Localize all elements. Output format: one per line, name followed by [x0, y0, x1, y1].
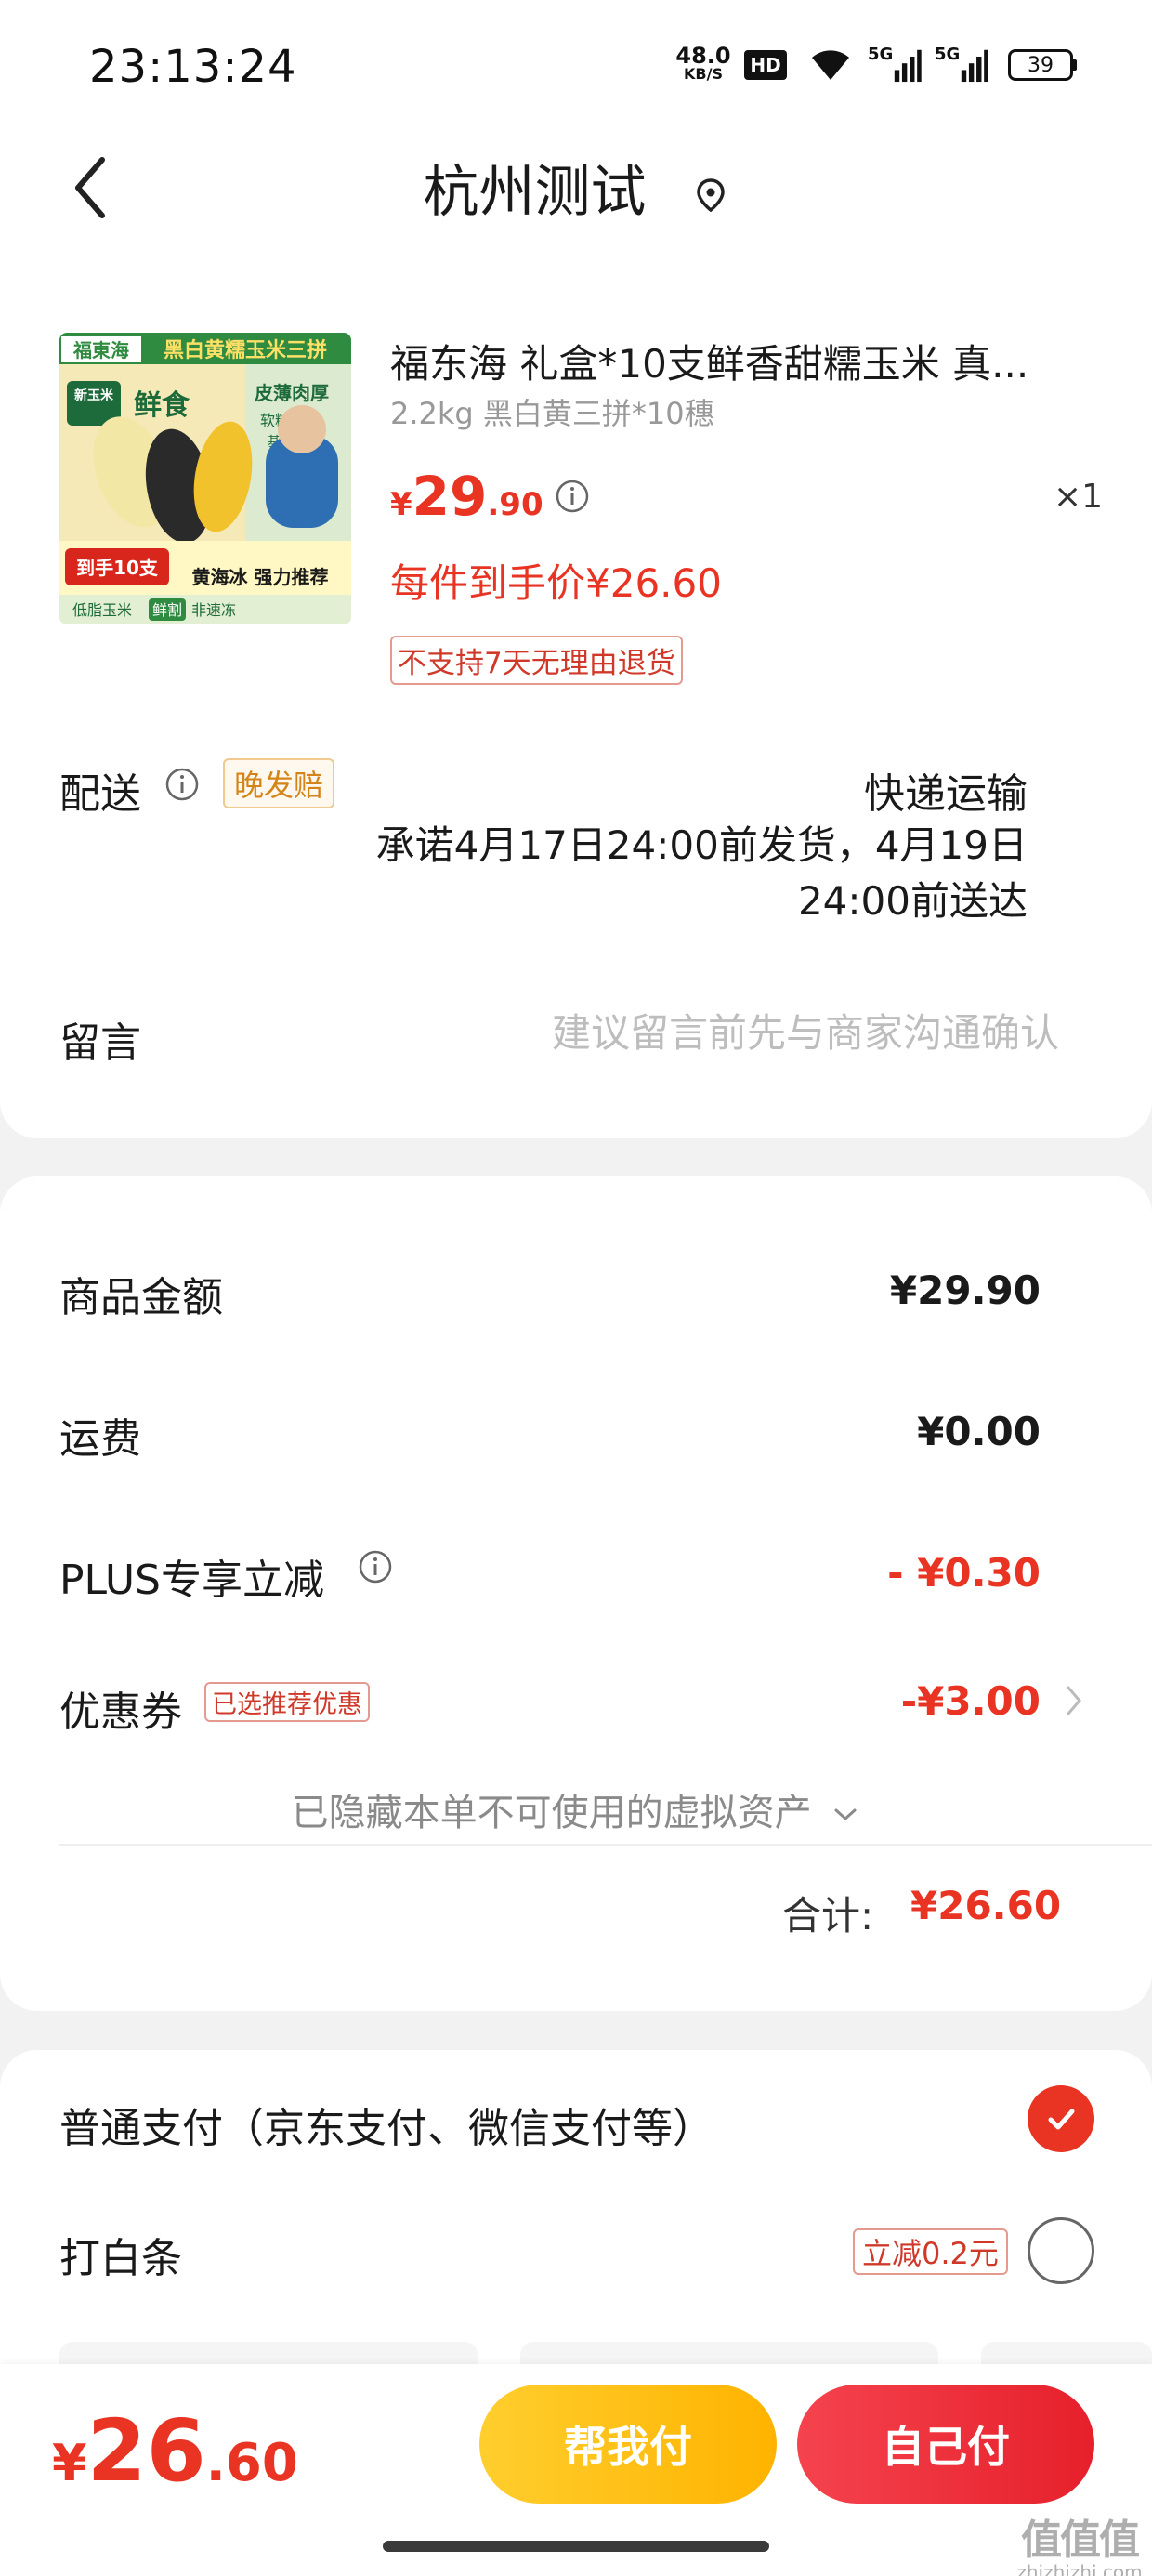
- image-tag-fresh: 鲜食: [134, 389, 190, 422]
- hd-icon: HD: [743, 45, 788, 85]
- chevron-right-icon[interactable]: [1063, 1680, 1085, 1730]
- image-tag-thin: 皮薄肉厚: [255, 382, 329, 404]
- price-integer: 29: [412, 465, 488, 528]
- goods-amount-value: ¥29.90: [889, 1268, 1041, 1313]
- final-price-integer: 26: [86, 2401, 206, 2501]
- baitiao-discount-badge: 立减0.2元: [853, 2228, 1008, 2275]
- signal-5g-label-2: 5G: [935, 45, 961, 64]
- image-no-frozen: 非速冻: [191, 601, 236, 619]
- signal-5g-icon-1: 5G: [868, 45, 922, 85]
- page-title: 杭州测试: [0, 147, 1152, 228]
- goods-amount-label: 商品金额: [59, 1274, 223, 1321]
- wifi-icon: [805, 45, 857, 85]
- hidden-assets-text: 已隐藏本单不可使用的虚拟资产: [291, 1792, 812, 1834]
- image-low-fat: 低脂玉米: [72, 601, 132, 619]
- product-price: ¥ 29 .90: [390, 465, 543, 528]
- self-pay-button[interactable]: 自己付: [797, 2385, 1094, 2504]
- price-decimal: .90: [487, 486, 543, 523]
- unit-final-price: 每件到手价¥26.60: [390, 560, 722, 606]
- quantity: ×1: [1054, 478, 1104, 516]
- network-speed-unit: KB/S: [684, 65, 723, 83]
- status-time: 23:13:24: [89, 41, 297, 93]
- chevron-down-icon: [834, 1808, 857, 1821]
- return-policy-badge: 不支持7天无理由退货: [390, 636, 683, 685]
- signal-5g-icon-2: 5G: [935, 45, 988, 85]
- shipping-label: 运费: [59, 1415, 141, 1463]
- product-thumbnail[interactable]: 福東海 黑白黄糯玉米三拼 新玉米 鲜食 皮薄肉厚 软糯香甜 基地直发 到手10支…: [59, 333, 351, 624]
- help-pay-button[interactable]: 帮我付: [479, 2385, 777, 2504]
- final-price: ¥ 26 .60: [52, 2401, 298, 2501]
- late-compensation-badge[interactable]: 晚发赔: [223, 758, 335, 808]
- image-count: 到手10支: [76, 557, 159, 579]
- plus-discount-label: PLUS专享立减: [59, 1557, 324, 1604]
- network-speed: 48.0 KB/S: [671, 45, 736, 85]
- payment-option-baitiao[interactable]: 打白条: [59, 2225, 182, 2284]
- payment-baitiao-radio[interactable]: [1028, 2217, 1094, 2284]
- coupon-recommended-badge: 已选推荐优惠: [204, 1682, 370, 1722]
- plus-discount-value: - ¥0.30: [887, 1550, 1041, 1596]
- coupon-label[interactable]: 优惠券: [59, 1678, 182, 1738]
- image-brand: 福東海: [72, 339, 129, 361]
- image-fresh-cut: 鲜割: [152, 601, 182, 619]
- location-pin-icon[interactable]: [692, 177, 729, 214]
- watermark-logo: 值值值: [1021, 2517, 1140, 2564]
- total-label: 合计:: [782, 1893, 874, 1939]
- hd-label: HD: [744, 50, 787, 80]
- price-symbol: ¥: [390, 486, 412, 523]
- message-input[interactable]: [427, 1004, 1059, 1061]
- product-name[interactable]: 福东海 礼盒*10支鲜香甜糯玉米 真...: [390, 333, 1068, 389]
- signal-5g-label-1: 5G: [868, 45, 894, 64]
- shipping-value: ¥0.00: [917, 1409, 1041, 1454]
- plus-info-icon[interactable]: [357, 1548, 394, 1585]
- product-image: 福東海 黑白黄糯玉米三拼 新玉米 鲜食 皮薄肉厚 软糯香甜 基地直发 到手10支…: [59, 333, 351, 624]
- network-speed-value: 48.0: [675, 43, 731, 69]
- price-info-icon[interactable]: [554, 478, 591, 515]
- hidden-assets-toggle[interactable]: 已隐藏本单不可使用的虚拟资产: [0, 1782, 1152, 1836]
- coupon-value[interactable]: -¥3.00: [576, 1678, 1041, 1724]
- delivery-label: 配送: [59, 770, 141, 818]
- check-icon: [1048, 2109, 1075, 2130]
- message-label: 留言: [59, 1019, 141, 1067]
- home-indicator[interactable]: [383, 2541, 769, 2552]
- battery-icon: 39: [1005, 45, 1080, 85]
- payment-normal-radio[interactable]: [1028, 2085, 1094, 2152]
- total-value: ¥26.60: [910, 1883, 1062, 1928]
- image-endorse: 黄海冰 强力推荐: [192, 566, 329, 588]
- delivery-method[interactable]: 快递运输: [762, 760, 1028, 820]
- product-spec: 2.2kg 黑白黄三拼*10穗: [390, 396, 714, 431]
- battery-level: 39: [1008, 49, 1073, 81]
- image-tag-new: 新玉米: [74, 388, 114, 403]
- image-banner: 黑白黄糯玉米三拼: [164, 338, 327, 362]
- delivery-info-icon[interactable]: [164, 766, 201, 803]
- final-price-decimal: .60: [205, 2433, 298, 2493]
- final-price-symbol: ¥: [52, 2434, 87, 2492]
- divider: [59, 1844, 1152, 1846]
- address-title[interactable]: 杭州测试: [423, 160, 646, 225]
- payment-option-normal[interactable]: 普通支付（京东支付、微信支付等）: [59, 2095, 713, 2154]
- delivery-promise: 承诺4月17日24:00前发货，4月19日24:00前送达: [375, 822, 1028, 924]
- watermark-url: zhizhizhi.com: [1016, 2561, 1143, 2576]
- watermark: 值值值 zhizhizhi.com: [1015, 2520, 1145, 2576]
